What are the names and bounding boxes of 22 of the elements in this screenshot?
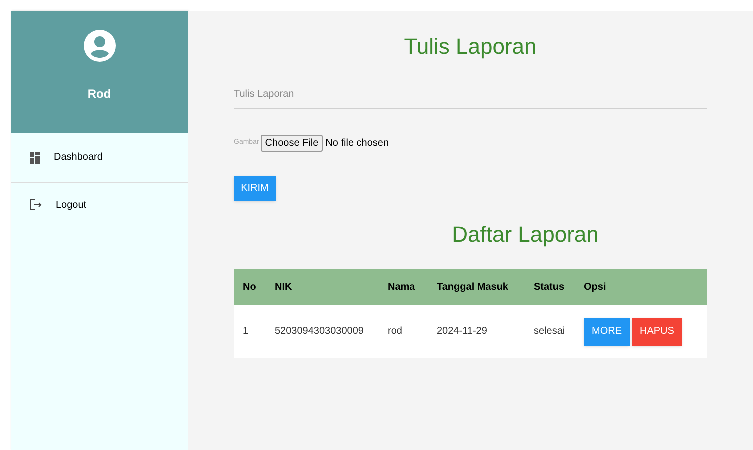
table-cell: 1 [234, 305, 266, 358]
choose-file-button[interactable]: Choose File [261, 135, 323, 152]
delete-button[interactable]: HAPUS [632, 318, 682, 346]
file-status: No file chosen [326, 137, 390, 151]
table-cell: 5203094303030009 [266, 305, 379, 358]
table-cell: rod [379, 305, 428, 358]
report-input-field[interactable]: Tulis Laporan [234, 81, 707, 109]
nav-item[interactable]: Logout [11, 183, 188, 227]
table-cell: 2024-11-29 [428, 305, 525, 358]
logout-icon [30, 199, 42, 211]
column-header: Nama [379, 269, 428, 305]
column-header: Opsi [575, 269, 707, 305]
dashboard-icon [30, 152, 40, 164]
user-name: Rod [88, 86, 112, 103]
column-header: Status [525, 269, 575, 305]
table-cell: selesai [525, 305, 575, 358]
user-avatar-icon [82, 29, 116, 63]
column-header: Tanggal Masuk [428, 269, 525, 305]
form-title: Tulis Laporan [403, 33, 538, 61]
column-header: NIK [266, 269, 379, 305]
column-header: No [234, 269, 266, 305]
table-title: Daftar Laporan [451, 221, 600, 249]
